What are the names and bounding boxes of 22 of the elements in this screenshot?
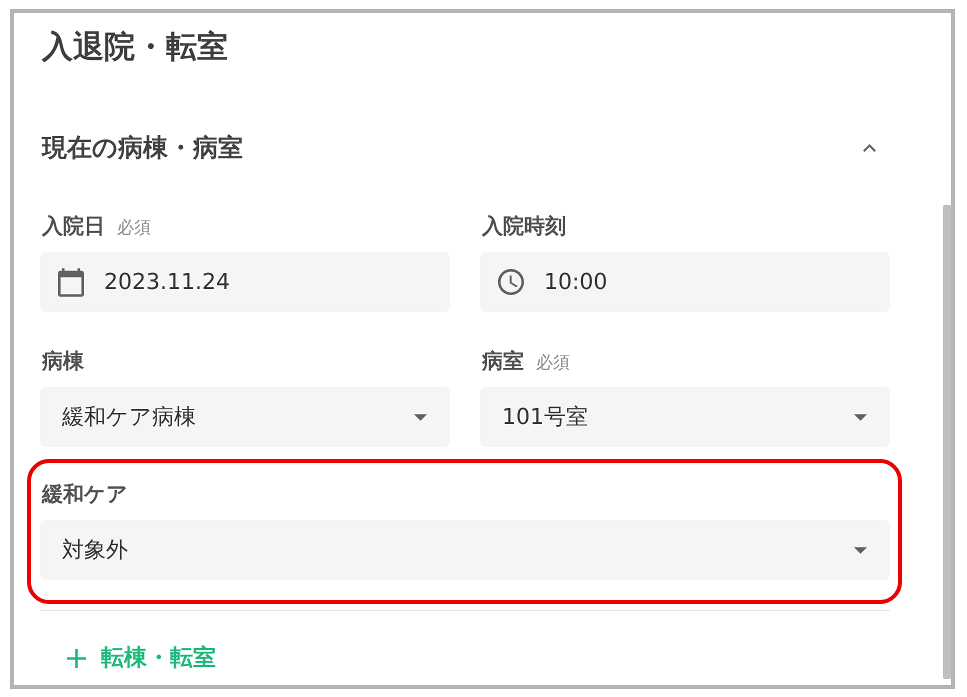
required-tag: 必須 — [536, 349, 570, 377]
field-label: 入院時刻 — [482, 213, 566, 240]
field-label: 緩和ケア — [42, 481, 128, 508]
select-field[interactable]: 101号室 — [480, 387, 890, 447]
page-title: 入退院・転室 — [40, 28, 228, 67]
time-field[interactable]: 10:00 — [480, 252, 890, 312]
select-field[interactable]: 対象外 — [40, 520, 890, 580]
caret-down-icon — [854, 414, 867, 420]
select-field[interactable]: 緩和ケア病棟 — [40, 387, 450, 447]
date-field[interactable]: 2023.11.24 — [40, 252, 450, 312]
section-title: 現在の病棟・病室 — [40, 132, 243, 164]
plus-icon — [67, 648, 86, 668]
caret-down-icon — [414, 414, 427, 420]
caret-down-icon — [854, 546, 867, 554]
field-label: 入院日 — [42, 213, 105, 240]
field-label: 病棟 — [42, 348, 84, 375]
clock-icon — [498, 269, 524, 295]
required-tag: 必須 — [117, 214, 151, 242]
scrollbar-thumb[interactable] — [943, 205, 951, 679]
chevron-up-icon[interactable] — [863, 144, 876, 152]
calendar-icon — [58, 268, 84, 296]
field-label: 病室 — [482, 348, 524, 375]
